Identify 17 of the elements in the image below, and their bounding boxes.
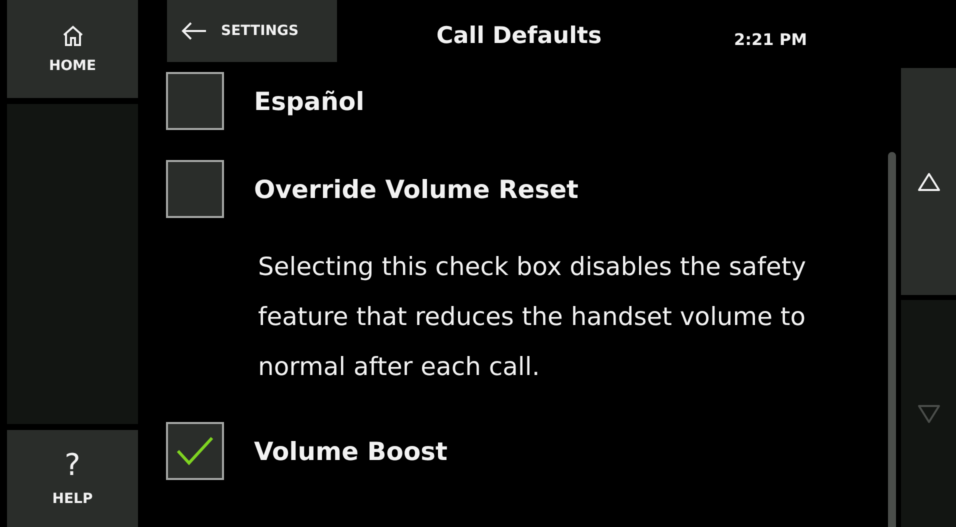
checkbox[interactable] [166, 72, 224, 130]
home-icon [60, 24, 84, 48]
checkmark-icon [175, 435, 215, 467]
clock-time: 2:21 PM [734, 29, 808, 51]
help-button[interactable]: ? HELP [7, 430, 138, 527]
checkbox-label: Español [254, 86, 364, 116]
back-arrow-icon [181, 21, 207, 41]
page-title: Call Defaults [435, 22, 603, 51]
home-button[interactable]: HOME [7, 0, 138, 98]
back-button[interactable]: SETTINGS [167, 0, 337, 62]
description-text: Selecting this check box disables the safety feature that reduces the handset volume to normal after each call. [258, 251, 807, 383]
triangle-icon [916, 404, 940, 424]
checkbox-label: Override Volume Reset [254, 174, 579, 204]
checkbox[interactable] [166, 422, 224, 480]
triangle-icon [916, 172, 940, 192]
checkbox[interactable] [166, 160, 224, 218]
checkbox-label: Volume Boost [254, 436, 448, 466]
